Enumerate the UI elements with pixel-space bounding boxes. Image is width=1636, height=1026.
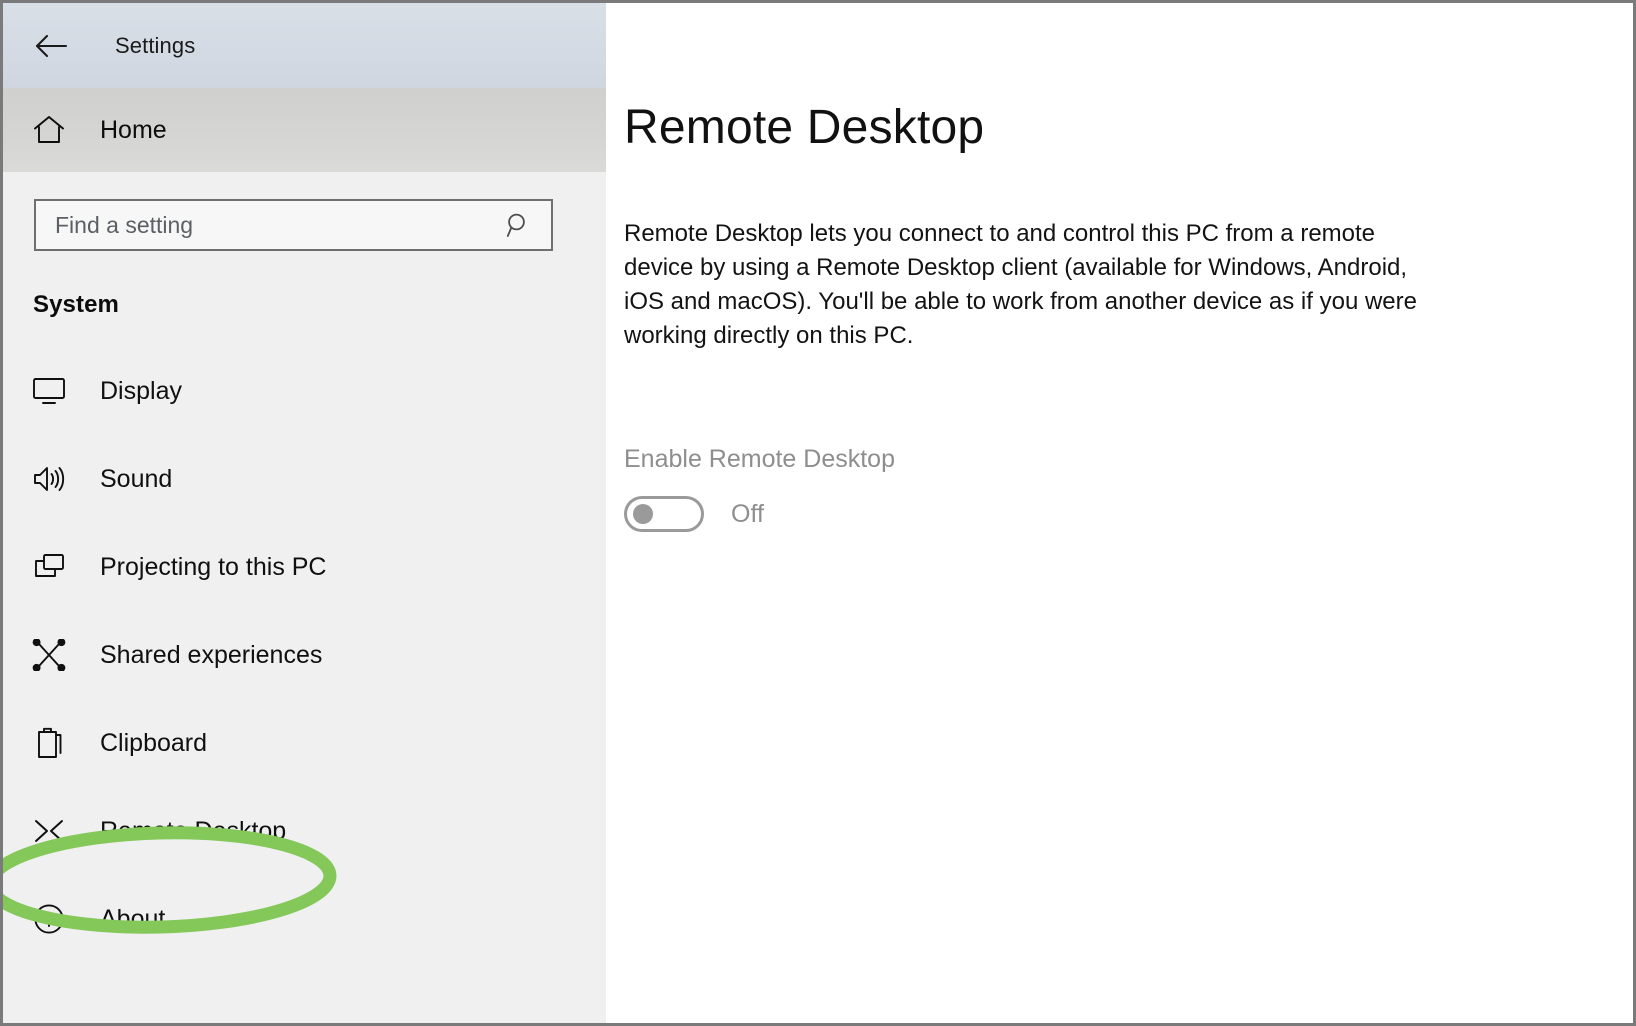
navigation-pane: Settings Home Syste <box>3 3 606 1023</box>
search-input[interactable] <box>53 200 477 250</box>
app-title: Settings <box>115 33 195 59</box>
home-icon <box>17 115 81 145</box>
sidebar-item-projecting-to-this-pc-label: Projecting to this PC <box>100 553 327 582</box>
back-button[interactable] <box>15 18 87 74</box>
sidebar-item-about-label: About <box>100 905 165 934</box>
sidebar-item-remote-desktop[interactable]: Remote Desktop <box>3 787 606 875</box>
sidebar-item-shared-experiences-label: Shared experiences <box>100 641 322 670</box>
nav-list: Display Sound <box>3 347 606 963</box>
sidebar-item-home-label: Home <box>100 116 167 145</box>
sidebar-item-shared-experiences[interactable]: Shared experiences <box>3 611 606 699</box>
sidebar-item-display[interactable]: Display <box>3 347 606 435</box>
enable-remote-desktop-label: Enable Remote Desktop <box>624 445 1633 474</box>
content-pane: Remote Desktop Remote Desktop lets you c… <box>606 3 1633 1023</box>
info-circle-icon <box>17 903 81 935</box>
search-box[interactable] <box>34 199 553 251</box>
share-nodes-icon <box>17 639 81 671</box>
speaker-icon <box>17 464 81 494</box>
sidebar-item-sound[interactable]: Sound <box>3 435 606 523</box>
nav-group-heading: System <box>33 291 606 319</box>
clipboard-icon <box>17 727 81 759</box>
sidebar-item-remote-desktop-label: Remote Desktop <box>100 817 286 846</box>
enable-remote-desktop-toggle[interactable] <box>624 496 704 532</box>
sidebar-item-clipboard[interactable]: Clipboard <box>3 699 606 787</box>
remote-desktop-icon <box>17 817 81 845</box>
search-container <box>3 172 606 251</box>
sidebar-item-home[interactable]: Home <box>3 88 606 172</box>
title-bar: Settings <box>3 3 606 88</box>
back-arrow-icon <box>34 33 68 59</box>
project-screen-icon <box>17 552 81 582</box>
toggle-knob <box>633 504 653 524</box>
sidebar-item-display-label: Display <box>100 377 182 406</box>
page-description: Remote Desktop lets you connect to and c… <box>624 217 1436 353</box>
sidebar-item-about[interactable]: About <box>3 875 606 963</box>
search-icon[interactable] <box>499 201 539 249</box>
toggle-state-label: Off <box>731 500 764 529</box>
sidebar-item-clipboard-label: Clipboard <box>100 729 207 758</box>
sidebar-item-projecting-to-this-pc[interactable]: Projecting to this PC <box>3 523 606 611</box>
enable-remote-desktop-group: Enable Remote Desktop Off <box>624 445 1633 532</box>
page-title: Remote Desktop <box>624 100 1633 155</box>
settings-window: Settings Home Syste <box>0 0 1636 1026</box>
sidebar-item-sound-label: Sound <box>100 465 172 494</box>
monitor-icon <box>17 376 81 406</box>
toggle-row: Off <box>624 496 1633 532</box>
